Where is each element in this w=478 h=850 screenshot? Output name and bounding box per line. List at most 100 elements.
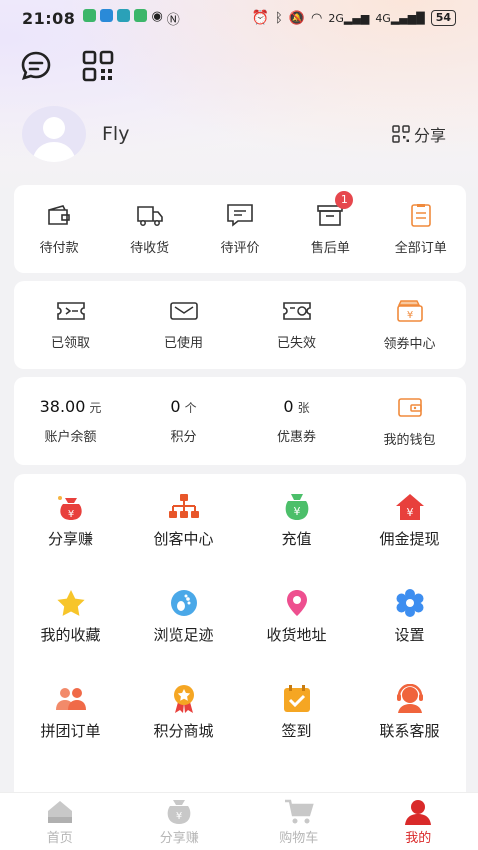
coupon-label: 已领取	[50, 335, 90, 351]
points-unit: 个	[184, 401, 197, 415]
order-label: 全部订单	[394, 240, 447, 256]
org-chart-icon	[168, 494, 199, 518]
service-settings[interactable]: 设置	[353, 588, 466, 684]
gear-icon	[396, 589, 423, 617]
service-recharge[interactable]: ¥ 充值	[240, 492, 353, 588]
service-customer-support[interactable]: 联系客服	[353, 684, 466, 780]
customer-service-icon	[396, 684, 423, 713]
wallet-label: 我的钱包	[383, 432, 436, 448]
star-icon	[56, 590, 85, 616]
service-label: 充值	[281, 530, 312, 548]
checkin-calendar-icon	[283, 685, 310, 712]
service-label: 积分商城	[153, 722, 214, 740]
app-notification-icon	[117, 8, 131, 22]
ticket-used-icon	[169, 301, 198, 320]
coupon-used[interactable]: 已使用	[127, 300, 240, 351]
service-shipping-address[interactable]: 收货地址	[240, 588, 353, 684]
svg-text:¥: ¥	[293, 505, 300, 518]
account-balance[interactable]: 38.00 元 账户余额	[14, 397, 127, 445]
user-icon	[405, 800, 432, 825]
wifi-icon: ◠	[311, 10, 323, 26]
coupon-label: 领券中心	[383, 336, 436, 352]
bluetooth-icon: ᛒ	[275, 10, 283, 26]
app-notification-icon	[83, 8, 97, 22]
service-label: 设置	[394, 626, 425, 644]
order-pending-payment[interactable]: 待付款	[14, 203, 104, 256]
service-label: 收货地址	[266, 626, 327, 644]
service-label: 创客中心	[153, 530, 214, 548]
wechat-notification-icon	[134, 8, 148, 22]
status-time: 21:08	[22, 8, 76, 28]
service-browse-history[interactable]: 浏览足迹	[127, 588, 240, 684]
nfc-icon: Ⓝ	[166, 12, 180, 28]
service-maker-center[interactable]: 创客中心	[127, 492, 240, 588]
tab-mine[interactable]: 我的	[359, 793, 478, 850]
share-button[interactable]: 分享	[392, 122, 446, 146]
assets-card: 38.00 元 账户余额 0个 积分 0张 优惠券 我的钱包	[14, 377, 466, 465]
battery-indicator: 54	[430, 10, 456, 26]
orders-card: 待付款 待收货 待评价 1 售后单 全部订单	[14, 185, 466, 273]
message-button[interactable]	[18, 48, 54, 84]
coupons-count[interactable]: 0张 优惠券	[240, 397, 353, 445]
truck-icon	[136, 205, 163, 226]
service-label: 拼团订单	[40, 722, 101, 740]
tab-cart[interactable]: 购物车	[239, 793, 359, 850]
service-points-mall[interactable]: 积分商城	[127, 684, 240, 780]
order-after-sales[interactable]: 1 售后单	[285, 190, 375, 256]
service-label: 佣金提现	[379, 530, 440, 548]
balance-label: 账户余额	[44, 430, 97, 445]
points-value: 0	[170, 397, 181, 416]
balance-value: 38.00	[39, 397, 86, 416]
tab-label: 我的	[405, 831, 432, 846]
order-label: 待收货	[130, 240, 170, 256]
tab-share-earn[interactable]: ¥ 分享赚	[120, 793, 240, 850]
points[interactable]: 0个 积分	[127, 397, 240, 445]
tab-label: 分享赚	[159, 831, 199, 846]
coupon-label: 已失效	[276, 335, 316, 351]
order-label: 待评价	[220, 240, 260, 256]
points-label: 积分	[170, 430, 197, 445]
house-yen-icon: ¥	[395, 494, 424, 520]
coupon-label: 已使用	[163, 335, 203, 351]
notification-icons: ◉ Ⓝ	[83, 8, 180, 28]
profile-header[interactable]: Fly	[22, 106, 129, 162]
order-pending-review[interactable]: 待评价	[195, 203, 285, 256]
order-label: 售后单	[310, 240, 350, 256]
signal-2g: 2G▂▄▆	[328, 11, 370, 25]
ticket-expired-icon	[282, 301, 311, 320]
services-card: ¥ 分享赚 创客中心 ¥ 充值 ¥ 佣金提现 我的收藏 浏览足迹 收货地址 设置…	[14, 474, 466, 804]
order-pending-receipt[interactable]: 待收货	[105, 203, 195, 256]
coupon-expired[interactable]: 已失效	[240, 300, 353, 351]
service-label: 浏览足迹	[153, 626, 214, 644]
share-label: 分享	[413, 126, 446, 145]
home-icon	[47, 801, 72, 823]
my-wallet[interactable]: 我的钱包	[353, 395, 466, 448]
after-sales-badge: 1	[335, 190, 354, 209]
scan-qr-button[interactable]	[80, 48, 116, 84]
service-label: 分享赚	[47, 530, 93, 548]
svg-text:¥: ¥	[406, 506, 413, 519]
service-commission-withdraw[interactable]: ¥ 佣金提现	[353, 492, 466, 588]
qr-code-icon	[392, 125, 410, 143]
service-favorites[interactable]: 我的收藏	[14, 588, 127, 684]
username: Fly	[102, 123, 130, 145]
tab-home[interactable]: 首页	[0, 793, 120, 850]
svg-text:¥: ¥	[406, 310, 412, 321]
message-icon	[21, 51, 51, 80]
avatar[interactable]	[22, 106, 86, 162]
coupon-unit: 张	[297, 401, 310, 415]
order-label: 待付款	[39, 240, 79, 256]
service-checkin[interactable]: 签到	[240, 684, 353, 780]
balance-unit: 元	[89, 401, 102, 415]
default-avatar-icon	[32, 117, 76, 162]
money-bag-icon: ¥	[167, 800, 191, 824]
service-share-earn[interactable]: ¥ 分享赚	[14, 492, 127, 588]
service-group-orders[interactable]: 拼团订单	[14, 684, 127, 780]
tab-label: 首页	[46, 831, 73, 846]
location-pin-icon	[286, 590, 307, 616]
coupon-received[interactable]: 已领取	[14, 300, 127, 351]
order-all[interactable]: 全部订单	[376, 203, 466, 256]
coupon-center[interactable]: ¥ 领券中心	[353, 299, 466, 352]
eye-icon: ◉	[151, 8, 163, 24]
group-icon	[55, 688, 86, 710]
